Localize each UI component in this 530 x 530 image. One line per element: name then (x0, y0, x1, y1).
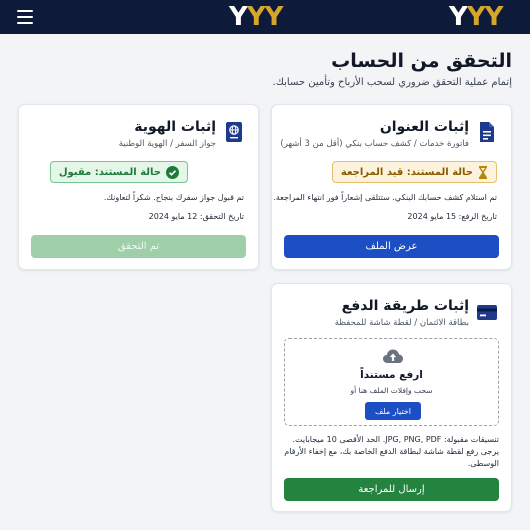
card-title: إثبات العنوان (379, 119, 469, 135)
credit-card-icon (477, 305, 497, 320)
upload-instruction-text: يرجى رفع لقطة شاشة لبطاقة الدفع الخاصة ب… (284, 447, 499, 468)
document-icon (480, 122, 494, 142)
page-subtitle: إتمام عملية التحقق ضروري لسحب الأرباح وت… (272, 77, 512, 88)
card-note: تم قبول جواز سفرك بنجاح. شكراً لتعاونك. (103, 193, 244, 202)
status-text: حالة المستند: مقبول (58, 166, 161, 178)
accepted-formats: تنسيقات مقبولة: JPG, PNG, PDF. الحد الأق… (292, 435, 500, 444)
hourglass-icon (479, 165, 487, 179)
card-subtitle: فاتورة خدمات / كشف حساب بنكي (أقل من 3 أ… (280, 139, 469, 149)
choose-file-button[interactable]: اختيار ملف (365, 402, 421, 420)
payment-proof-card: إثبات طريقة الدفع بطاقة الائتمان / لقطة … (271, 283, 512, 512)
submit-review-button[interactable]: إرسال للمراجعة (284, 478, 499, 501)
status-badge-pending: حالة المستند: قيد المراجعة (331, 161, 497, 183)
passport-icon (226, 122, 242, 142)
upload-date: تاريخ الرفع: 15 مايو 2024 (407, 212, 497, 221)
top-navbar: YYY YYY (0, 0, 530, 34)
upload-title: ارفع مستنداً (360, 369, 423, 381)
verified-button[interactable]: تم التحقق (31, 235, 246, 258)
card-title: إثبات الهوية (134, 119, 216, 135)
upload-hint: سحب وإفلات الملف هنا أو (350, 386, 433, 395)
card-subtitle: بطاقة الائتمان / لقطة شاشة للمحفظة (334, 318, 469, 328)
status-text: حالة المستند: قيد المراجعة (340, 166, 473, 178)
view-file-button[interactable]: عرض الملف (284, 235, 499, 258)
card-note: تم استلام كشف حسابك البنكي. ستتلقى إشعار… (273, 193, 497, 202)
logo-secondary[interactable]: YYY (449, 4, 503, 30)
verification-date: تاريخ التحقق: 12 مايو 2024 (148, 212, 244, 221)
menu-icon[interactable] (17, 10, 33, 24)
card-subtitle: جواز السفر / الهوية الوطنية (118, 139, 216, 149)
upload-dropzone[interactable]: ارفع مستنداً سحب وإفلات الملف هنا أو اخت… (284, 338, 499, 426)
address-proof-card: إثبات العنوان فاتورة خدمات / كشف حساب بن… (271, 104, 512, 270)
upload-instructions: تنسيقات مقبولة: JPG, PNG, PDF. الحد الأق… (280, 434, 499, 470)
status-badge-accepted: حالة المستند: مقبول (49, 161, 188, 183)
page-title: التحقق من الحساب (331, 50, 512, 72)
card-title: إثبات طريقة الدفع (341, 298, 469, 314)
identity-proof-card: إثبات الهوية جواز السفر / الهوية الوطنية… (18, 104, 259, 270)
check-circle-icon (166, 165, 179, 179)
logo[interactable]: YYY (229, 4, 283, 30)
cloud-upload-icon (383, 349, 403, 363)
